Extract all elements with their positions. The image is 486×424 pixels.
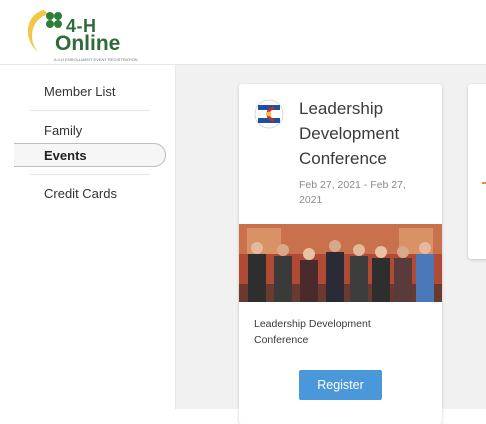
- logo-tagline: A 4-H ENROLLMENT EVENT REGISTRATION: [54, 57, 138, 62]
- main-content: Leadership Development Conference Feb 27…: [176, 65, 486, 424]
- sidebar-item-credit-cards[interactable]: Credit Cards: [44, 186, 117, 201]
- sidebar-item-events[interactable]: Events: [14, 143, 166, 167]
- nav-divider: [30, 174, 150, 175]
- partial-card-mark: [482, 182, 486, 184]
- nav-divider: [30, 110, 150, 111]
- event-title[interactable]: Leadership Development Conference: [299, 96, 429, 171]
- event-card[interactable]: Leadership Development Conference Feb 27…: [239, 84, 442, 424]
- event-photo: [239, 224, 442, 302]
- sidebar-item-member-list[interactable]: Member List: [44, 84, 116, 99]
- colorado-flag-icon: [254, 99, 284, 129]
- sidebar-item-family[interactable]: Family: [44, 123, 82, 138]
- event-card-partial[interactable]: [468, 84, 486, 259]
- 4h-online-logo[interactable]: 4-H Online A 4-H ENROLLMENT EVENT REGIST…: [18, 2, 138, 62]
- register-button[interactable]: Register: [299, 370, 382, 400]
- event-name: Leadership Development Conference: [254, 318, 371, 346]
- app-header: 4-H Online A 4-H ENROLLMENT EVENT REGIST…: [0, 0, 486, 65]
- event-dates: Feb 27, 2021 - Feb 27, 2021: [299, 179, 406, 206]
- sidebar-nav: Member List Family Events Credit Cards: [0, 65, 176, 409]
- logo-online-text: Online: [55, 32, 121, 55]
- sidebar-item-events-label: Events: [44, 148, 87, 163]
